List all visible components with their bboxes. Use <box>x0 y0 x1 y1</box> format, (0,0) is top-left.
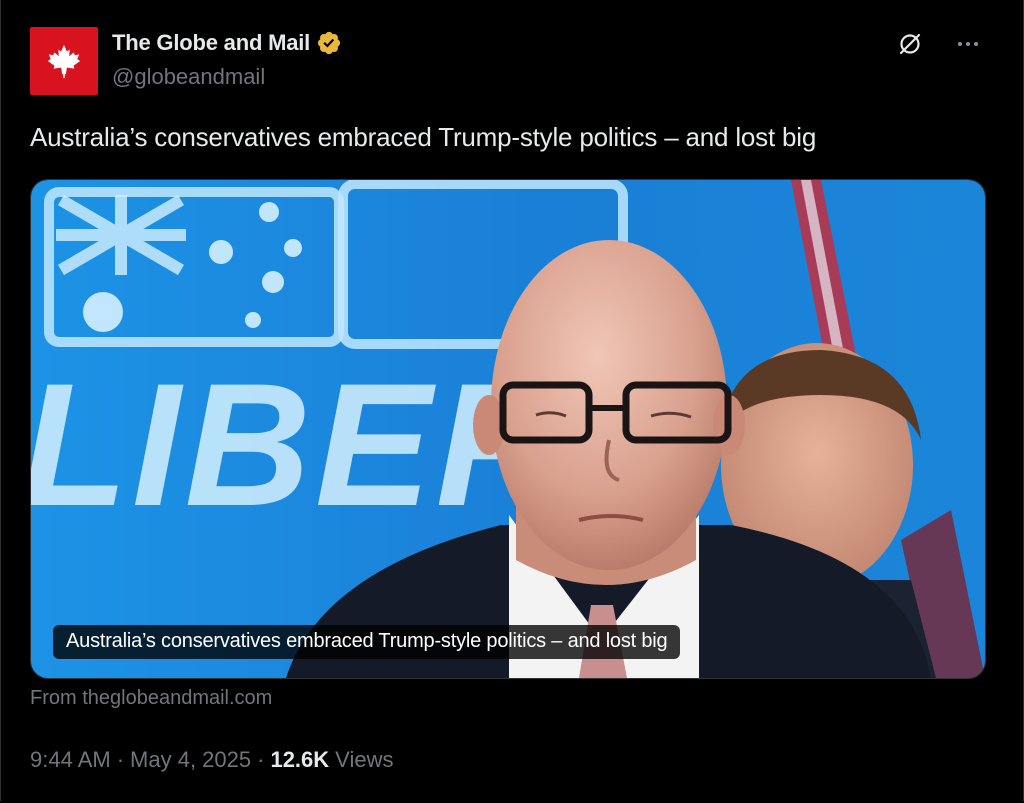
tweet-time[interactable]: 9:44 AM <box>30 747 111 773</box>
meta-separator: · <box>257 747 265 772</box>
grok-icon[interactable] <box>896 30 924 58</box>
gold-verified-icon[interactable] <box>316 30 342 56</box>
tweet-top-actions <box>896 30 982 58</box>
link-card[interactable]: LIBERA Australia’s conservatives embrace… <box>30 179 986 679</box>
author-display-name[interactable]: The Globe and Mail <box>112 30 310 56</box>
more-horizontal-icon[interactable] <box>954 30 982 58</box>
tweet-meta: 9:44 AM · May 4, 2025 · 12.6K Views <box>30 747 393 773</box>
tweet: The Globe and Mail @globeandmail Austral… <box>0 0 1024 803</box>
maple-leaf-icon <box>47 44 81 79</box>
article-photo: LIBERA <box>31 180 985 678</box>
views-count[interactable]: 12.6K <box>270 747 329 773</box>
card-source-link[interactable]: From theglobeandmail.com <box>30 687 272 710</box>
card-caption: Australia’s conservatives embraced Trump… <box>53 625 681 659</box>
author-avatar[interactable] <box>30 27 98 95</box>
tweet-date[interactable]: May 4, 2025 <box>130 747 251 773</box>
views-label: Views <box>335 747 394 772</box>
meta-separator: · <box>116 747 125 772</box>
author-handle[interactable]: @globeandmail <box>112 64 265 90</box>
tweet-text: Australia’s conservatives embraced Trump… <box>30 122 817 152</box>
author-name-row: The Globe and Mail <box>112 30 342 56</box>
